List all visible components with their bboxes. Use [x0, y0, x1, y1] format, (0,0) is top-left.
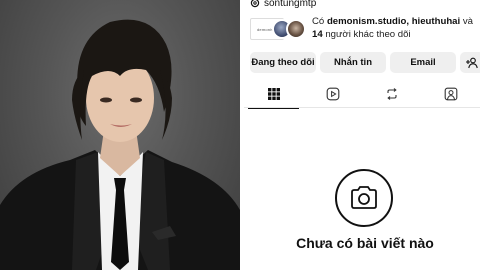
followed-by-suffix: người khác theo dõi: [322, 28, 411, 40]
threads-icon[interactable]: [250, 0, 260, 8]
followed-by-prefix: Có: [312, 16, 327, 27]
followed-by-count[interactable]: 14: [312, 29, 323, 40]
grid-icon: [267, 88, 280, 100]
reposts-icon: [386, 88, 397, 100]
followed-by-middle: và: [460, 16, 473, 27]
profile-photo: [0, 0, 240, 270]
email-button[interactable]: Email: [390, 52, 456, 73]
message-button[interactable]: Nhắn tin: [320, 52, 386, 73]
tab-posts[interactable]: [244, 80, 303, 109]
camera-icon-ring: [335, 169, 393, 227]
profile-tabs: [244, 80, 480, 109]
profile-actions: Đang theo dõi Nhắn tin Email: [250, 52, 480, 73]
portrait-illustration: [0, 19, 240, 270]
empty-state-title: Chưa có bài viết nào: [296, 235, 434, 251]
followed-by-text[interactable]: Có demonism.studio, hieuthuhai và 14 ngư…: [312, 16, 480, 41]
add-user-button[interactable]: [460, 52, 480, 73]
reels-icon: [326, 87, 339, 101]
following-button[interactable]: Đang theo dõi: [250, 52, 316, 73]
profile-handle-row: sontungmtp: [250, 0, 316, 9]
tab-reposts[interactable]: [362, 80, 421, 108]
empty-posts-state: Chưa có bài viết nào: [244, 108, 480, 270]
follower-avatars[interactable]: demonism: [250, 18, 310, 42]
add-user-icon: [466, 57, 478, 68]
tagged-icon: [444, 87, 457, 101]
profile-handle: sontungmtp: [264, 0, 317, 9]
tab-tagged[interactable]: [421, 80, 480, 108]
followed-by[interactable]: demonism Có demonism.studio, hieuthuhai …: [250, 16, 476, 42]
followed-by-names[interactable]: demonism.studio, hieuthuhai: [327, 16, 460, 27]
tab-reels[interactable]: [303, 80, 362, 108]
avatar: [286, 19, 306, 39]
camera-icon: [351, 186, 377, 209]
profile-panel: sontungmtp demonism Có demonism.studio, …: [244, 0, 480, 270]
